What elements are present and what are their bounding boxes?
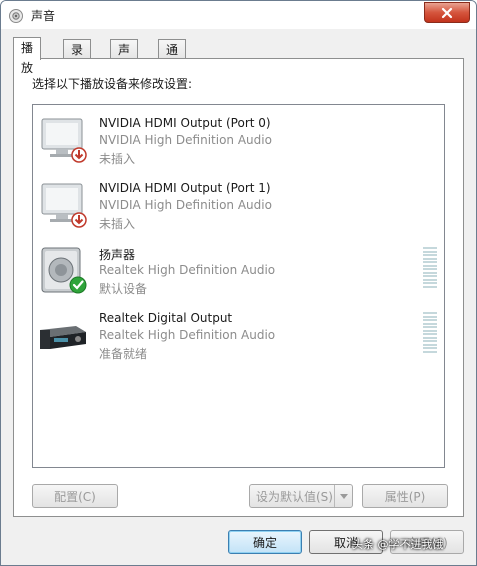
set-default-button[interactable]: 设为默认值(S): [249, 484, 353, 508]
device-status: 默认设备: [99, 282, 148, 296]
device-name: 扬声器: [99, 248, 136, 262]
tab-sounds[interactable]: 声音: [110, 39, 139, 77]
speaker-icon: [8, 8, 24, 24]
device-list[interactable]: NVIDIA HDMI Output (Port 0) NVIDIA High …: [32, 104, 445, 468]
device-driver: Realtek High Definition Audio: [99, 328, 276, 342]
tab-playback[interactable]: 播放: [13, 37, 42, 75]
device-driver: NVIDIA High Definition Audio: [99, 198, 272, 212]
speaker-default-icon: [38, 245, 88, 295]
properties-button[interactable]: 属性(P): [362, 484, 448, 508]
list-item[interactable]: Realtek Digital Output Realtek High Defi…: [33, 306, 444, 368]
close-icon: [441, 7, 453, 18]
list-item[interactable]: 扬声器 Realtek High Definition Audio 默认设备: [33, 241, 444, 303]
watermark-text: 头条 @学不进我饿: [352, 538, 444, 551]
set-default-label: 设为默认值(S): [256, 490, 333, 504]
monitor-unplugged-icon: [38, 180, 88, 230]
sound-dialog: 声音 播放 录制 声音 通信 选择以下播放设备来修改设置:: [0, 0, 477, 566]
device-status: 未插入: [99, 152, 136, 166]
device-driver: NVIDIA High Definition Audio: [99, 133, 272, 147]
list-item[interactable]: NVIDIA HDMI Output (Port 1) NVIDIA High …: [33, 176, 444, 238]
playback-panel: 选择以下播放设备来修改设置: NVIDIA HDMI Output (Port …: [13, 58, 464, 517]
list-item[interactable]: NVIDIA HDMI Output (Port 0) NVIDIA High …: [33, 111, 444, 173]
ok-button[interactable]: 确定: [228, 530, 302, 554]
device-status: 未插入: [99, 217, 136, 231]
device-driver: Realtek High Definition Audio: [99, 263, 276, 277]
chevron-down-icon: [339, 493, 348, 499]
digital-receiver-icon: [38, 310, 88, 360]
close-button[interactable]: [424, 2, 470, 23]
title-bar: 声音: [1, 1, 476, 29]
volume-level-meter: [423, 247, 437, 291]
tab-recording[interactable]: 录制: [63, 39, 92, 77]
configure-button[interactable]: 配置(C): [32, 484, 118, 508]
volume-level-meter: [423, 312, 437, 356]
tab-communications[interactable]: 通信: [158, 39, 187, 77]
set-default-dropdown[interactable]: [334, 485, 352, 507]
device-name: NVIDIA HDMI Output (Port 0): [99, 116, 271, 130]
device-name: NVIDIA HDMI Output (Port 1): [99, 181, 271, 195]
instructions-label: 选择以下播放设备来修改设置:: [32, 77, 193, 91]
monitor-unplugged-icon: [38, 115, 88, 165]
device-name: Realtek Digital Output: [99, 311, 233, 325]
device-status: 准备就绪: [99, 347, 148, 361]
window-title: 声音: [31, 9, 56, 23]
